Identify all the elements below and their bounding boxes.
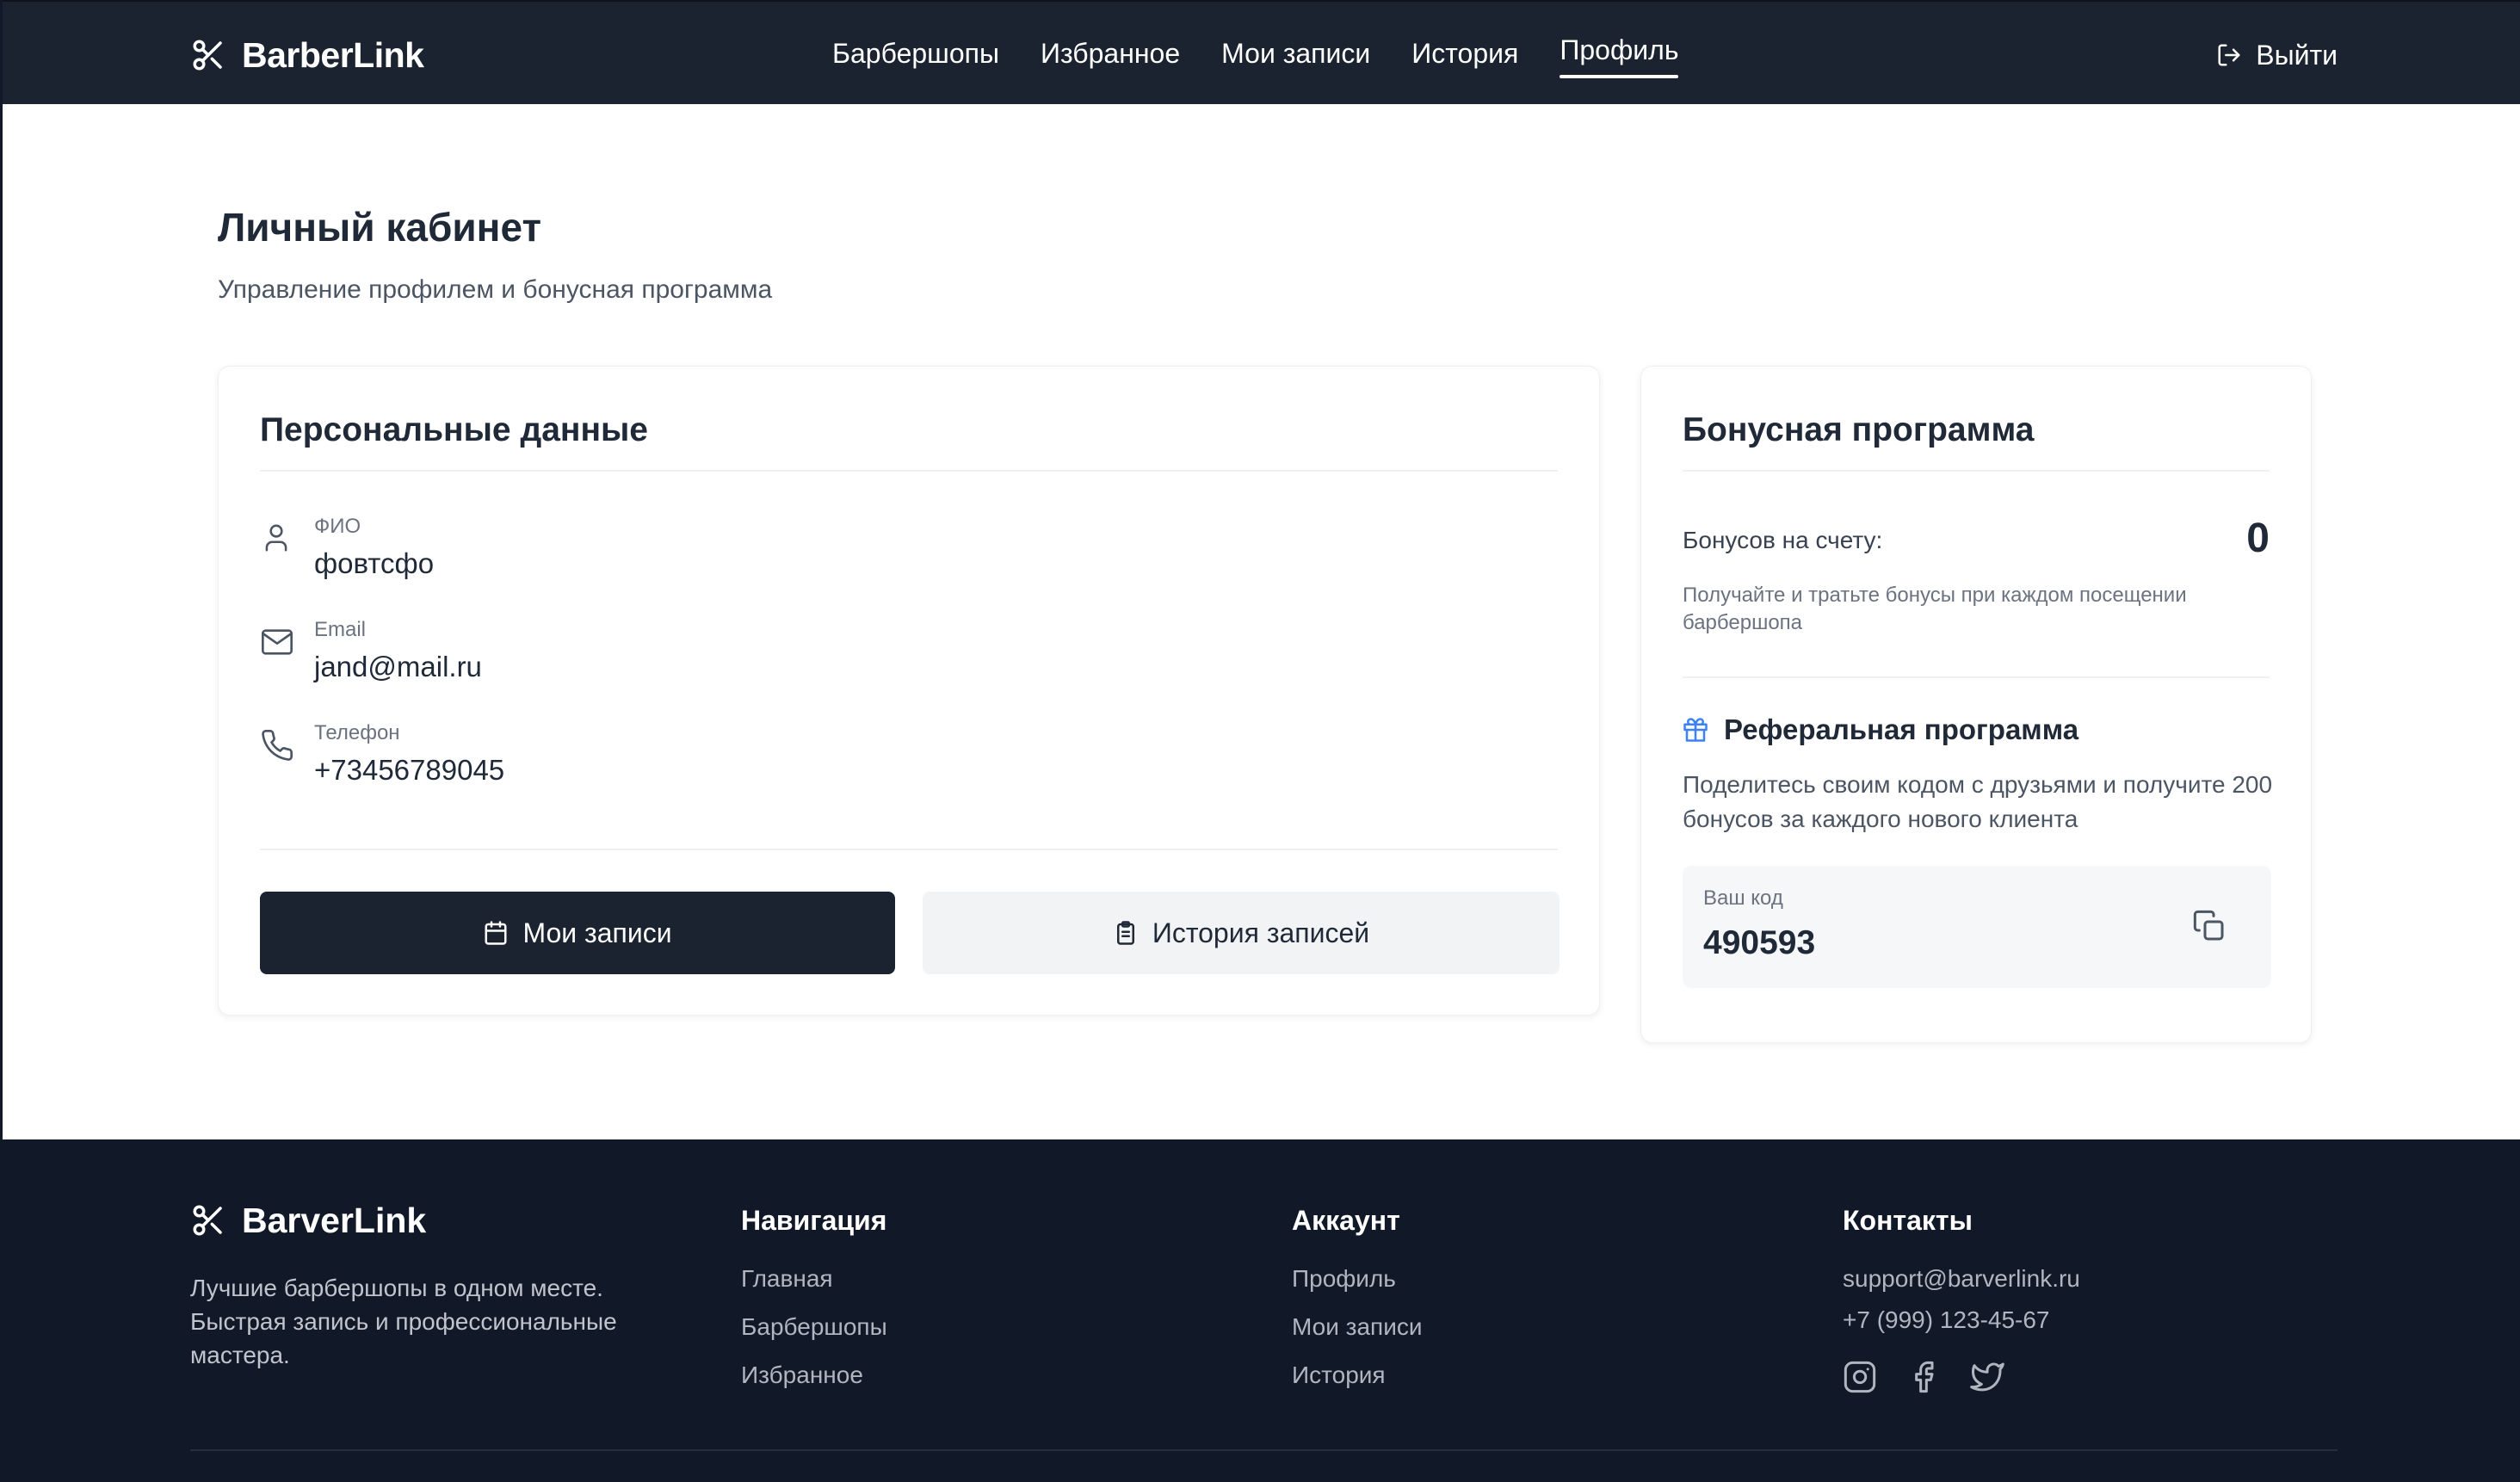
divider xyxy=(1683,676,2270,678)
button-label: Мои записи xyxy=(522,917,672,948)
bonus-description: Получайте и тратьте бонусы при каждом по… xyxy=(1683,584,2187,634)
twitter-icon[interactable] xyxy=(1970,1360,2004,1394)
nav-item-barbershops[interactable]: Барбершопы xyxy=(832,2,999,106)
scissors-icon xyxy=(190,37,226,73)
main-nav: Барбершопы Избранное Мои записи История … xyxy=(832,2,1679,106)
footer-divider xyxy=(190,1449,2338,1451)
page-subtitle: Управление профилем и бонусная программа xyxy=(218,275,773,304)
clipboard-icon xyxy=(1113,920,1139,946)
brand-logo[interactable]: BarberLink xyxy=(190,34,424,76)
footer: BarverLink Лучшие барбершопы в одном мес… xyxy=(3,1139,2520,1482)
copy-icon[interactable] xyxy=(2192,909,2227,943)
nav-item-favorites[interactable]: Избранное xyxy=(1041,2,1180,106)
info-value: jand@mail.ru xyxy=(314,651,482,682)
footer-account-title: Аккаунт xyxy=(1292,1205,1400,1236)
footer-link-home[interactable]: Главная xyxy=(741,1262,887,1310)
nav-item-profile[interactable]: Профиль xyxy=(1560,2,1679,106)
referral-description: Поделитесь своим кодом с друзьями и полу… xyxy=(1683,771,2273,832)
instagram-icon[interactable] xyxy=(1843,1360,1877,1394)
phone-icon xyxy=(260,728,294,763)
logout-label: Выйти xyxy=(2256,39,2338,71)
mail-icon xyxy=(260,625,294,659)
referral-code-value: 490593 xyxy=(1703,924,1816,961)
info-value: фовтсфо xyxy=(314,547,435,579)
nav-item-history[interactable]: История xyxy=(1411,2,1518,106)
referral-code-label: Ваш код xyxy=(1703,886,1783,910)
nav-item-my-appointments[interactable]: Мои записи xyxy=(1221,2,1370,106)
referral-heading: Реферальная программа xyxy=(1683,711,2078,749)
footer-link-history[interactable]: История xyxy=(1292,1358,1422,1406)
footer-brand-name: BarverLink xyxy=(242,1200,427,1240)
logout-button[interactable]: Выйти xyxy=(2216,34,2338,76)
footer-navigation: Навигация Главная Барбершопы Избранное xyxy=(741,1200,887,1406)
footer-account: Аккаунт Профиль Мои записи История xyxy=(1292,1200,1422,1406)
footer-contacts-title: Контакты xyxy=(1843,1205,1973,1236)
info-row-phone: Телефон +73456789045 xyxy=(260,721,948,807)
my-appointments-button[interactable]: Мои записи xyxy=(260,892,895,974)
referral-title: Реферальная программа xyxy=(1724,713,2079,745)
personal-card-title: Персональные данные xyxy=(260,411,648,448)
footer-link-my-appointments[interactable]: Мои записи xyxy=(1292,1310,1422,1358)
footer-link-barbershops[interactable]: Барбершопы xyxy=(741,1310,887,1358)
calendar-icon xyxy=(483,920,509,946)
divider xyxy=(260,849,1558,850)
button-label: История записей xyxy=(1152,917,1370,948)
footer-navigation-title: Навигация xyxy=(741,1205,887,1236)
personal-data-card: Персональные данные ФИО фовтсфо Email ja… xyxy=(218,366,1600,1016)
footer-link-profile[interactable]: Профиль xyxy=(1292,1262,1422,1310)
bonus-card-title: Бонусная программа xyxy=(1683,411,2035,448)
footer-brand-logo[interactable]: BarverLink xyxy=(190,1200,426,1241)
bonus-program-card: Бонусная программа Бонусов на счету: 0 П… xyxy=(1640,366,2312,1043)
info-row-name: ФИО фовтсфо xyxy=(260,515,948,601)
footer-tagline: Лучшие барбершопы в одном месте. Быстрая… xyxy=(190,1275,617,1368)
footer-contacts: Контакты support@barverlink.ru +7 (999) … xyxy=(1843,1200,2080,1394)
page-title: Личный кабинет xyxy=(218,205,541,250)
divider xyxy=(260,470,1558,472)
info-label: Email xyxy=(314,618,367,641)
info-value: +73456789045 xyxy=(314,754,505,786)
bonus-balance-label: Бонусов на счету: xyxy=(1683,527,1883,553)
footer-link-favorites[interactable]: Избранное xyxy=(741,1358,887,1406)
user-icon xyxy=(260,522,293,554)
info-label: Телефон xyxy=(314,721,400,744)
bonus-balance-value: 0 xyxy=(2246,516,2270,561)
social-links xyxy=(1843,1360,2080,1394)
top-navbar: BarberLink Барбершопы Избранное Мои запи… xyxy=(3,0,2520,104)
brand-name: BarberLink xyxy=(242,34,424,75)
contact-phone-link[interactable]: +7 (999) 123-45-67 xyxy=(1843,1303,2080,1344)
appointment-history-button[interactable]: История записей xyxy=(923,892,1560,974)
info-label: ФИО xyxy=(314,515,361,538)
gift-icon xyxy=(1683,717,1708,743)
logout-icon xyxy=(2216,42,2242,68)
info-row-email: Email jand@mail.ru xyxy=(260,618,948,704)
contact-email-link[interactable]: support@barverlink.ru xyxy=(1843,1262,2080,1303)
facebook-icon[interactable] xyxy=(1906,1360,1941,1394)
scissors-icon xyxy=(190,1202,226,1238)
referral-code-box: Ваш код 490593 xyxy=(1683,866,2271,988)
divider xyxy=(1683,470,2270,472)
